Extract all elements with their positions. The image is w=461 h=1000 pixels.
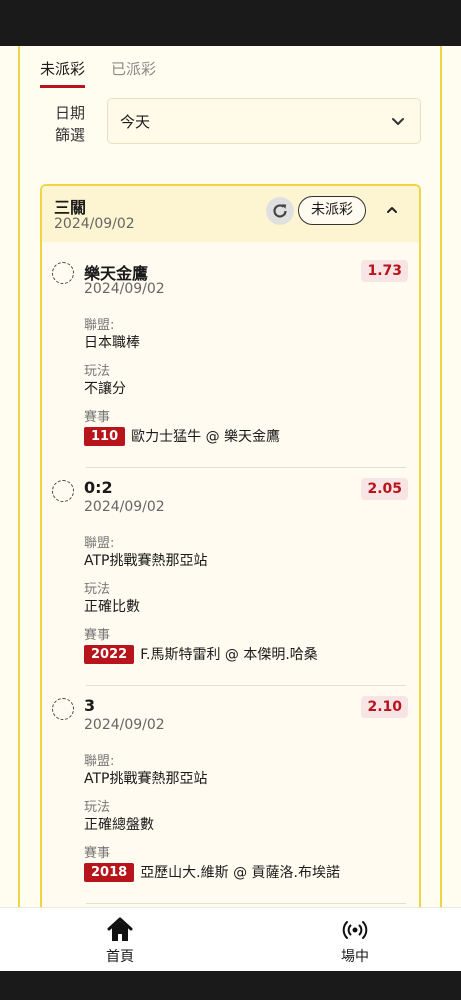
bet-leg: 0:2 2.05 2024/09/02 聯盟: ATP挑戰賽熱那亞站 玩法 正確… bbox=[52, 478, 408, 668]
refresh-icon bbox=[273, 204, 287, 218]
league-value: ATP挑戰賽熱那亞站 bbox=[84, 553, 208, 569]
live-broadcast-icon bbox=[342, 921, 368, 939]
leg-radio[interactable] bbox=[52, 698, 74, 720]
nav-home-label: 首頁 bbox=[106, 949, 134, 965]
league-value: ATP挑戰賽熱那亞站 bbox=[84, 771, 208, 787]
event-label: 賽事 bbox=[84, 846, 111, 861]
bet-date: 2024/09/02 bbox=[54, 216, 135, 232]
league-label: 聯盟: bbox=[84, 754, 115, 769]
play-value: 不讓分 bbox=[84, 381, 126, 397]
status-badge: 未派彩 bbox=[298, 196, 366, 225]
divider bbox=[86, 467, 406, 468]
bet-leg: 樂天金鷹 1.73 2024/09/02 聯盟: 日本職棒 玩法 不讓分 賽事 … bbox=[52, 260, 408, 450]
leg-selection: 0:2 bbox=[84, 478, 113, 497]
date-filter-select[interactable]: 今天 bbox=[107, 98, 421, 144]
play-label: 玩法 bbox=[84, 364, 111, 379]
leg-radio[interactable] bbox=[52, 262, 74, 284]
play-label: 玩法 bbox=[84, 800, 111, 815]
app-content: 未派彩 已派彩 日期 篩選 今天 三關 2024/09/02 未派彩 樂天金鷹 … bbox=[0, 46, 461, 907]
event-code: 2022 bbox=[84, 644, 135, 664]
leg-selection: 3 bbox=[84, 696, 96, 715]
divider bbox=[86, 903, 406, 904]
event-match: 亞歷山大.維斯 @ 貢薩洛.布埃諾 bbox=[140, 865, 340, 881]
tab-settled[interactable]: 已派彩 bbox=[111, 58, 156, 88]
event-code: 110 bbox=[84, 426, 126, 446]
odds-badge: 2.10 bbox=[361, 696, 408, 718]
leg-date: 2024/09/02 bbox=[84, 281, 165, 297]
event-label: 賽事 bbox=[84, 628, 111, 643]
play-value: 正確比數 bbox=[84, 599, 140, 615]
odds-badge: 1.73 bbox=[361, 260, 408, 282]
league-label: 聯盟: bbox=[84, 318, 115, 333]
play-label: 玩法 bbox=[84, 582, 111, 597]
nav-live-label: 場中 bbox=[341, 949, 369, 965]
event-row: 110 歐力士猛牛 @ 樂天金鷹 bbox=[84, 426, 280, 446]
bottom-nav: 首頁 場中 bbox=[0, 907, 461, 971]
date-filter-label: 日期 篩選 bbox=[54, 104, 85, 144]
event-label: 賽事 bbox=[84, 410, 111, 425]
chevron-up-icon[interactable] bbox=[384, 202, 400, 218]
chevron-down-icon bbox=[392, 118, 404, 125]
bet-card: 三關 2024/09/02 未派彩 樂天金鷹 1.73 2024/09/02 聯… bbox=[40, 184, 421, 907]
league-label: 聯盟: bbox=[84, 536, 115, 551]
home-icon bbox=[107, 917, 133, 941]
date-filter-value: 今天 bbox=[120, 112, 151, 131]
odds-badge: 2.05 bbox=[361, 478, 408, 500]
status-bar bbox=[0, 0, 461, 46]
bet-type-title: 三關 bbox=[54, 198, 87, 217]
nav-live[interactable]: 場中 bbox=[305, 916, 405, 966]
event-code: 2018 bbox=[84, 862, 135, 882]
refresh-button[interactable] bbox=[266, 197, 294, 225]
event-match: 歐力士猛牛 @ 樂天金鷹 bbox=[131, 429, 281, 445]
system-gesture-bar bbox=[0, 971, 461, 1000]
league-value: 日本職棒 bbox=[84, 335, 140, 351]
tab-bar: 未派彩 已派彩 bbox=[40, 58, 156, 88]
leg-date: 2024/09/02 bbox=[84, 499, 165, 515]
event-row: 2022 F.馬斯特雷利 @ 本傑明.哈桑 bbox=[84, 644, 318, 664]
leg-date: 2024/09/02 bbox=[84, 717, 165, 733]
leg-radio[interactable] bbox=[52, 480, 74, 502]
tab-unsettled[interactable]: 未派彩 bbox=[40, 58, 86, 88]
event-row: 2018 亞歷山大.維斯 @ 貢薩洛.布埃諾 bbox=[84, 862, 340, 882]
nav-home[interactable]: 首頁 bbox=[70, 916, 170, 966]
play-value: 正確總盤數 bbox=[84, 817, 154, 833]
bet-card-header: 三關 2024/09/02 未派彩 bbox=[42, 186, 419, 242]
bet-leg: 3 2.10 2024/09/02 聯盟: ATP挑戰賽熱那亞站 玩法 正確總盤… bbox=[52, 696, 408, 886]
event-match: F.馬斯特雷利 @ 本傑明.哈桑 bbox=[140, 647, 318, 663]
divider bbox=[86, 685, 406, 686]
